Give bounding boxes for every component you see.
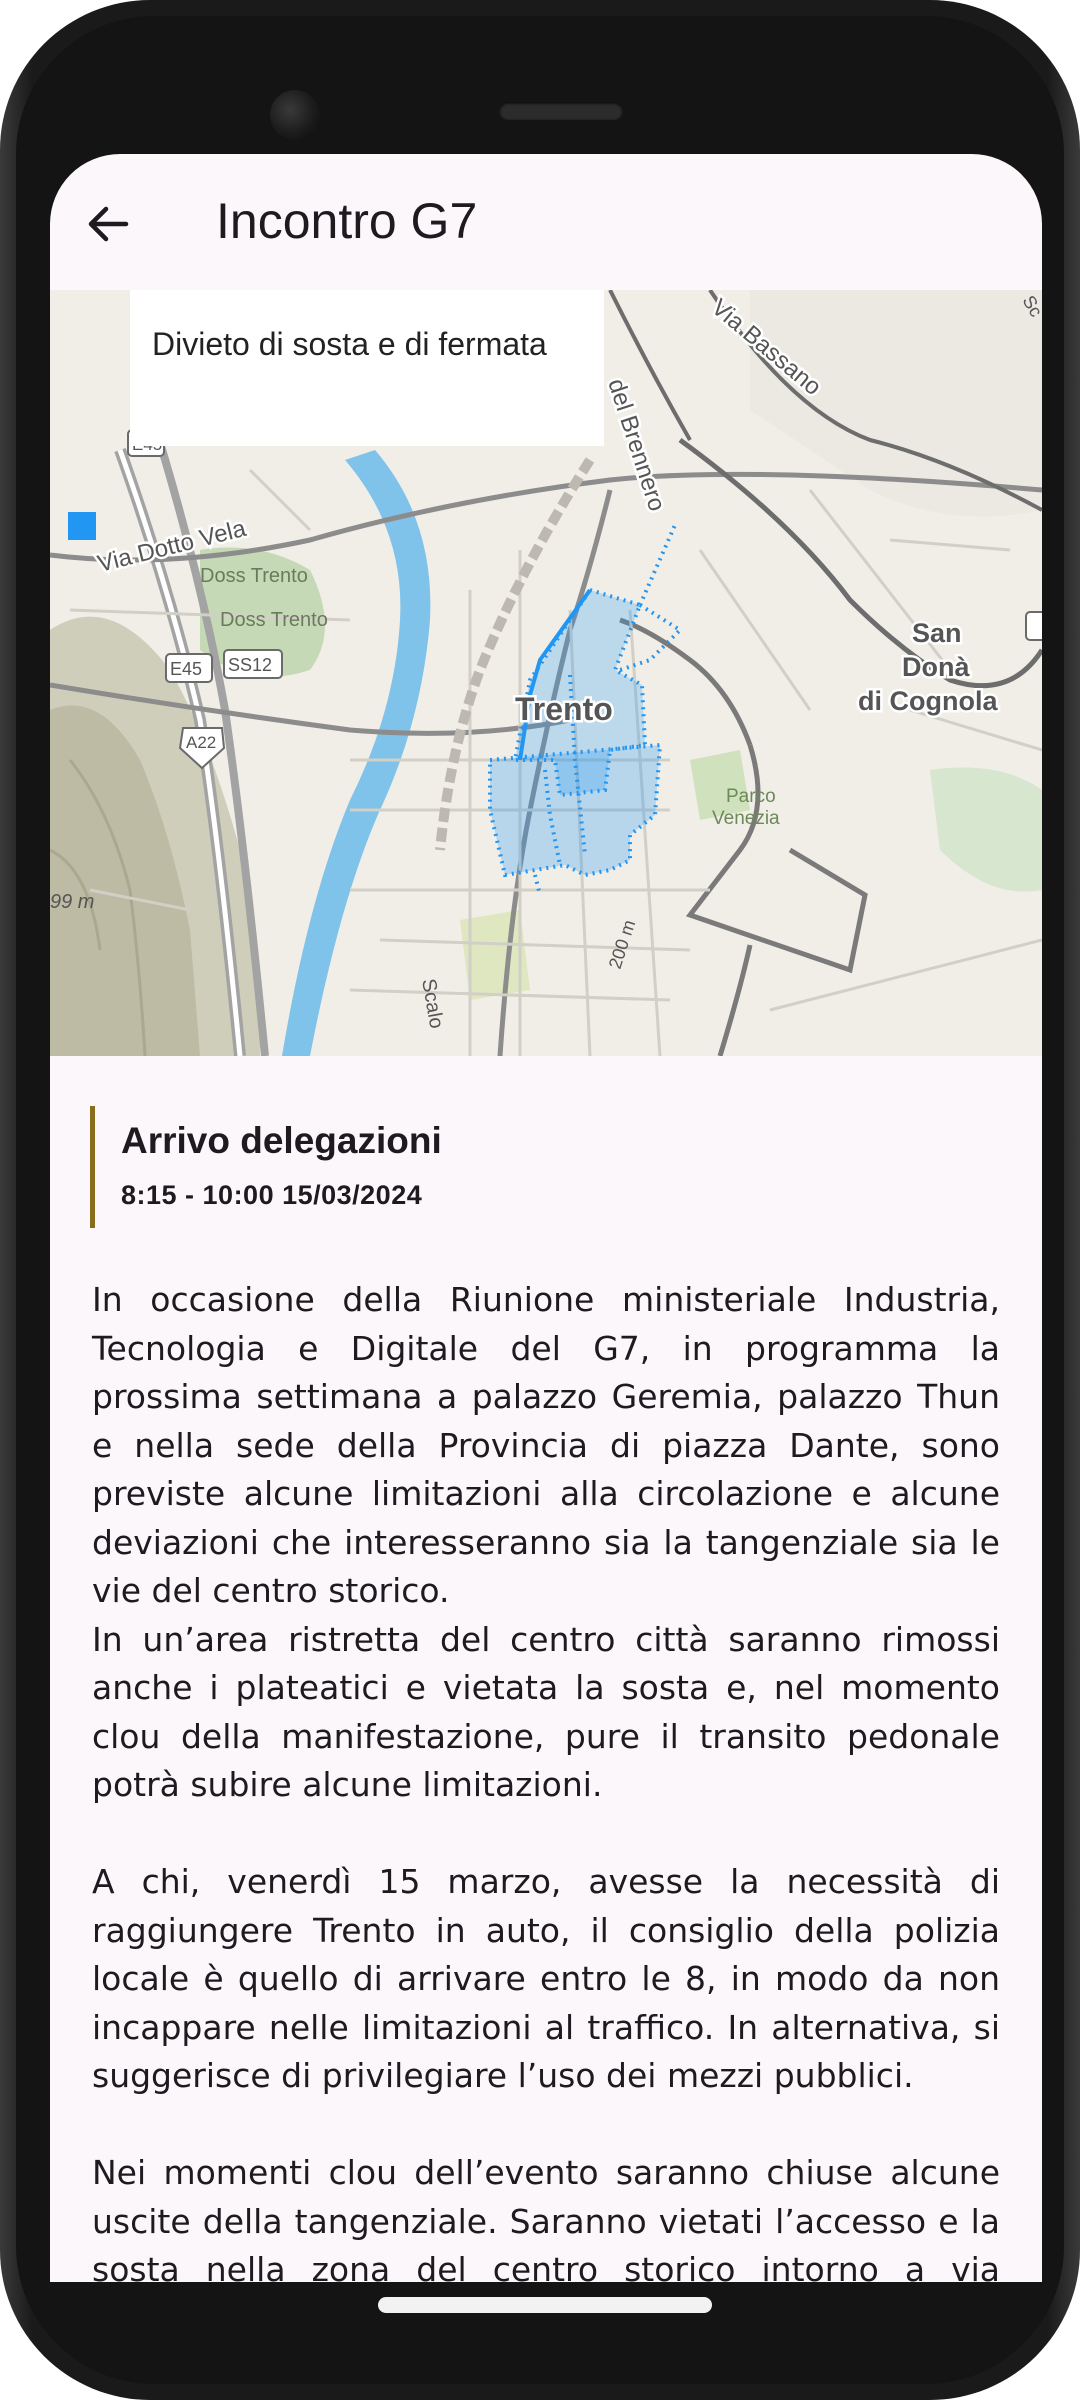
front-camera (270, 90, 320, 140)
app-bar: Incontro G7 (50, 154, 1042, 290)
paragraph: In un’area ristretta del centro città sa… (92, 1619, 1000, 1805)
earpiece-speaker (499, 102, 623, 120)
map-label-e45: E45 (170, 659, 202, 679)
map-legend: Divieto di sosta e di fermata (130, 290, 604, 446)
map-label-a22: A22 (186, 733, 216, 752)
map-label-doss-trento-1: Doss Trento (200, 565, 308, 587)
event-time: 8:15 - 10:00 15/03/2024 (121, 1180, 423, 1210)
map-label-doss-trento-2: Doss Trento (220, 609, 328, 631)
map-label-trento: Trento (515, 691, 613, 727)
paragraph: Nei momenti clou dell’evento saranno chi… (92, 2153, 1000, 2282)
app-screen: Incontro G7 E45 SS12 A22 Via Dotto Vela … (50, 154, 1042, 2282)
phone-frame: Incontro G7 E45 SS12 A22 Via Dotto Vela … (0, 0, 1080, 2400)
map-label-scalo: Scalo (417, 977, 447, 1030)
home-indicator[interactable] (378, 2297, 712, 2313)
map-label-parco-2: Venezia (712, 808, 780, 829)
map-label-san-dona-2: Donà (902, 652, 970, 682)
map-label-elevation-200: 200 m (605, 917, 639, 971)
map-view[interactable]: E45 E45 SS12 A22 Via Dotto Vela Doss Tre… (50, 290, 1042, 1056)
article-body: In occasione della Riunione ministeriale… (92, 1276, 1000, 2282)
paragraph: A chi, venerdì 15 marzo, avesse la neces… (92, 1862, 1000, 2095)
event-title: Arrivo delegazioni (121, 1120, 442, 1161)
page-title: Incontro G7 (216, 193, 478, 249)
map-label-san-dona-3: di Cognola (858, 686, 998, 716)
legend-color-swatch (68, 512, 96, 540)
map-label-san-dona-1: San (912, 618, 962, 648)
paragraph: In occasione della Riunione ministeriale… (92, 1280, 1000, 1610)
map-label-elevation-99: 99 m (50, 891, 94, 913)
back-button[interactable] (80, 194, 140, 254)
event-header: Arrivo delegazioni 8:15 - 10:00 15/03/20… (90, 1106, 995, 1228)
map-label-ss12: SS12 (228, 655, 272, 675)
map-label-del-brennero: del Brennero (602, 376, 670, 515)
arrow-back-icon (88, 206, 129, 242)
map-label-parco-1: Parco (726, 786, 776, 807)
legend-label: Divieto di sosta e di fermata (152, 326, 547, 362)
